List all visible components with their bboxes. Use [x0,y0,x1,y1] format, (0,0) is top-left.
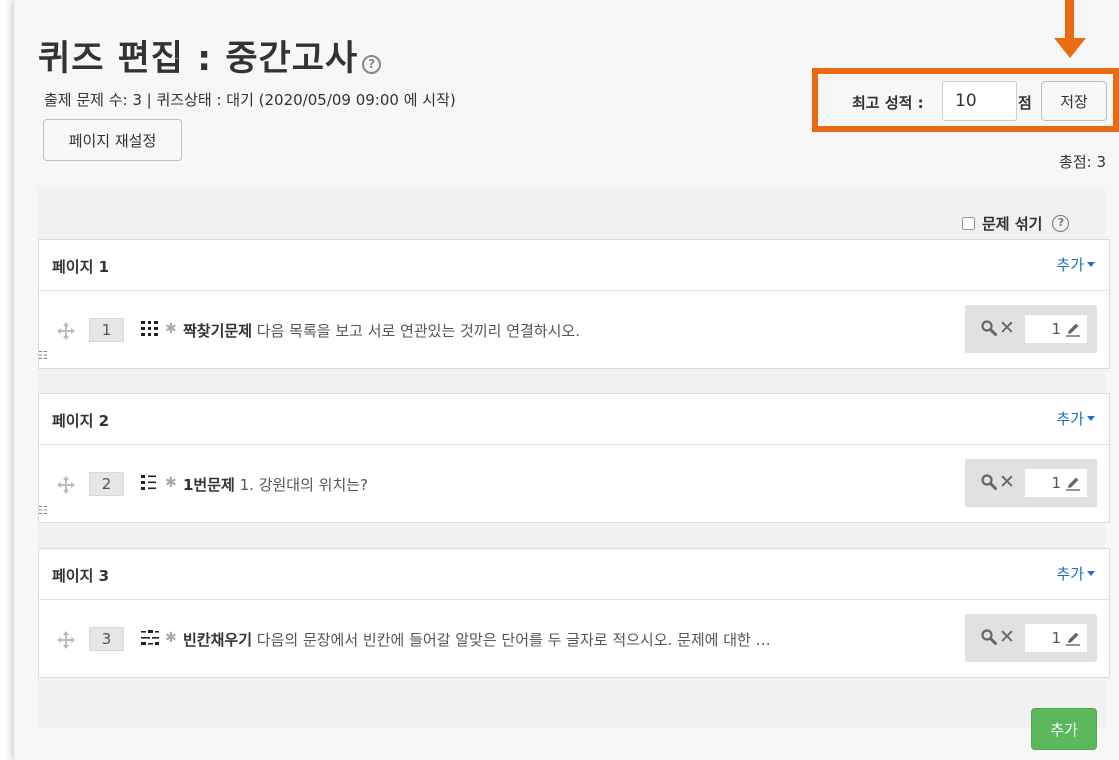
highlight-arrow-head-icon [1054,38,1086,58]
caret-down-icon [1087,416,1095,421]
page-title-2: 페이지 2 [52,412,110,430]
search-icon[interactable] [981,474,997,490]
slot-number: 1 [89,318,124,342]
mark-box[interactable]: 1 [1025,469,1087,497]
highlight-arrow-icon [1065,0,1074,40]
mark-box[interactable]: 1 [1025,624,1087,652]
caret-down-icon [1087,262,1095,267]
total-marks: 총점: 3 [1059,153,1106,171]
page-break-icon[interactable]: ☷ [38,349,48,362]
close-icon[interactable]: ✕ [999,472,1015,492]
page-title-3: 페이지 3 [52,567,110,585]
page-break-icon[interactable]: ☷ [38,504,48,517]
question-text[interactable]: 1번문제 1. 강원대의 위치는? [183,474,368,495]
page-title: 퀴즈 편집 : 중간고사? [38,30,382,81]
gapfill-icon [141,630,159,645]
add-menu-link-1[interactable]: 추가 [1056,254,1095,275]
mark-box[interactable]: 1 [1025,315,1087,343]
close-icon[interactable]: ✕ [999,318,1015,338]
multichoice-icon [141,475,156,490]
caret-down-icon [1087,571,1095,576]
move-icon[interactable] [56,630,76,650]
page-section-1: 페이지 1 추가 1 ✱ 짝찾기문제 다음 목록을 보고 서로 연관있는 것끼리… [38,239,1110,369]
gear-icon: ✱ [165,475,177,491]
close-icon[interactable]: ✕ [999,627,1015,647]
pencil-icon[interactable] [1065,475,1081,491]
page-title-1: 페이지 1 [52,258,110,276]
move-icon[interactable] [56,321,76,341]
question-tools: ✕ 1 [965,614,1097,662]
shuffle-questions: 문제 섞기 ? [962,213,1070,234]
shuffle-checkbox[interactable] [962,217,975,230]
shuffle-label: 문제 섞기 [982,215,1043,233]
page-header: 페이지 1 추가 [39,240,1109,291]
page-header: 페이지 3 추가 [39,549,1109,600]
page-section-3: 페이지 3 추가 3 ✱ 빈칸채우기 다음의 문장에서 빈칸에 들어갈 알맞은 … [38,548,1110,678]
add-menu-link-2[interactable]: 추가 [1056,408,1095,429]
slot-number: 2 [89,472,124,496]
search-icon[interactable] [981,629,997,645]
question-row-3: 3 ✱ 빈칸채우기 다음의 문장에서 빈칸에 들어갈 알맞은 단어를 두 글자로… [39,600,1109,677]
add-page-button[interactable]: 추가 [1031,708,1097,750]
pencil-icon[interactable] [1065,321,1081,337]
matching-icon [141,321,158,336]
move-icon[interactable] [56,475,76,495]
pencil-icon[interactable] [1065,630,1081,646]
page-section-2: 페이지 2 추가 2 ✱ 1번문제 1. 강원대의 위치는? ✕ 1 [38,393,1110,523]
question-tools: ✕ 1 [965,459,1097,507]
repaginate-button[interactable]: 페이지 재설정 [43,119,182,161]
search-icon[interactable] [981,320,997,336]
gear-icon: ✱ [165,630,177,646]
page-header: 페이지 2 추가 [39,394,1109,445]
quiz-info-status: 출제 문제 수: 3 | 퀴즈상태 : 대기 (2020/05/09 09:00… [44,91,456,109]
highlight-box [812,68,1119,132]
question-text[interactable]: 짝찾기문제 다음 목록을 보고 서로 연관있는 것끼리 연결하시오. [183,320,580,341]
add-menu-link-3[interactable]: 추가 [1056,563,1095,584]
slot-number: 3 [89,627,124,651]
shuffle-help-icon[interactable]: ? [1052,215,1070,232]
gear-icon: ✱ [165,321,177,337]
question-row-1: 1 ✱ 짝찾기문제 다음 목록을 보고 서로 연관있는 것끼리 연결하시오. ✕… [39,291,1109,368]
question-row-2: 2 ✱ 1번문제 1. 강원대의 위치는? ✕ 1 [39,445,1109,522]
question-text[interactable]: 빈칸채우기 다음의 문장에서 빈칸에 들어갈 알맞은 단어를 두 글자로 적으시… [183,629,771,650]
title-help-icon[interactable]: ? [362,55,382,74]
question-tools: ✕ 1 [965,305,1097,353]
